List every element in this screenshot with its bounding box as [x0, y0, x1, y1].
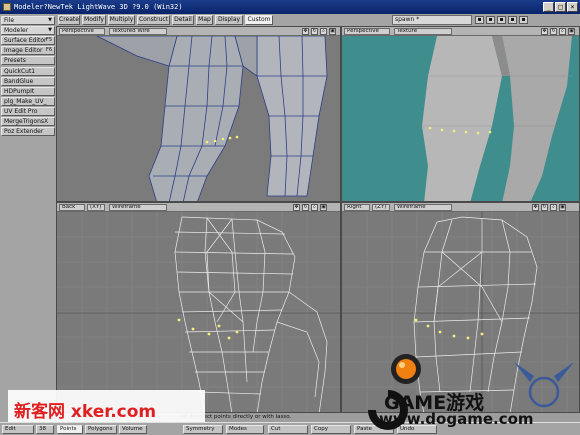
layer-select-dropdown[interactable]: spawn *: [392, 15, 472, 25]
shading-select[interactable]: Wireframe: [394, 204, 452, 211]
watermark-dogame-url: www.dogame.com: [379, 410, 534, 428]
shading-select[interactable]: Texture: [394, 28, 452, 35]
rotate-icon[interactable]: ↻: [550, 28, 557, 35]
viewport-canvas[interactable]: [342, 36, 579, 201]
tab-create[interactable]: Create: [58, 15, 80, 25]
tool-uv-edit-pro-button[interactable]: UV Edit Pro: [1, 107, 55, 116]
tab-modify[interactable]: Modify: [82, 15, 106, 25]
mesh-textured: [342, 36, 579, 201]
image-editor-button[interactable]: Image Editor F6: [1, 46, 55, 55]
mode-polygons-button[interactable]: Polygons: [85, 425, 117, 434]
maximize-viewport-icon[interactable]: ▣: [568, 28, 575, 35]
left-toolbar: File ▼ Modeler ▼ Surface Editor F5 Image Ed…: [0, 14, 56, 422]
layer-icon[interactable]: ▪: [475, 16, 484, 24]
tab-display[interactable]: Display: [215, 15, 243, 25]
watermark-xker-text: 新客网 xker.com: [14, 402, 157, 422]
tab-map[interactable]: Map: [196, 15, 213, 25]
modes-dropdown[interactable]: Modes: [226, 425, 264, 434]
view-type-select[interactable]: Perspective: [59, 28, 105, 35]
tab-construct[interactable]: Construct: [137, 15, 170, 25]
tab-multiply[interactable]: Multiply: [108, 15, 135, 25]
wireframe-back-view: [57, 212, 340, 412]
tool-poz-extender-button[interactable]: Poz Extender: [1, 127, 55, 136]
maximize-viewport-icon[interactable]: ▣: [320, 204, 327, 211]
maximize-viewport-icon[interactable]: ▣: [329, 28, 336, 35]
tool-bandglue-button[interactable]: BandGlue: [1, 77, 55, 86]
presets-button[interactable]: Presets: [1, 56, 55, 65]
zoom-icon[interactable]: ⌕: [320, 28, 327, 35]
view-type-select[interactable]: Right: [344, 204, 370, 211]
shading-select[interactable]: Textured Wire: [109, 28, 167, 35]
viewport-header: Perspective Texture ✥ ↻ ⌕ ▣: [342, 27, 579, 36]
move-icon[interactable]: ✥: [532, 204, 539, 211]
viewport-bottom-left[interactable]: Back (XY) Wireframe ✥ ↻ ⌕ ▣: [56, 202, 341, 413]
rotate-icon[interactable]: ↻: [311, 28, 318, 35]
tool-hdpumpit-button[interactable]: HDPumpIt: [1, 87, 55, 96]
cut-button[interactable]: Cut: [268, 425, 308, 434]
zoom-icon[interactable]: ⌕: [559, 28, 566, 35]
axis-label: (XY): [87, 204, 105, 211]
maximize-viewport-icon[interactable]: ▣: [559, 204, 566, 211]
zoom-icon[interactable]: ⌕: [550, 204, 557, 211]
move-icon[interactable]: ✥: [541, 28, 548, 35]
viewport-canvas[interactable]: [57, 212, 340, 412]
tab-bar: Create Modify Multiply Construct Detail …: [56, 14, 580, 26]
viewport-header: Right (ZY) Wireframe ✥ ↻ ⌕ ▣: [342, 203, 579, 212]
watermark-xker: 新客网 xker.com: [8, 390, 205, 422]
view-type-select[interactable]: Back: [59, 204, 85, 211]
surface-editor-button[interactable]: Surface Editor F5: [1, 36, 55, 45]
viewport-header: Perspective Textured Wire ✥ ↻ ⌕ ▣: [57, 27, 340, 36]
view-type-select[interactable]: Perspective: [344, 28, 390, 35]
viewport-canvas[interactable]: [57, 35, 340, 201]
move-icon[interactable]: ✥: [293, 204, 300, 211]
mesh-textured-wire: [57, 35, 340, 201]
title-bar: Modeler?NewTek LightWave 3D ?9.0 (Win32)…: [0, 0, 580, 14]
symmetry-button[interactable]: Symmetry: [183, 425, 223, 434]
close-button[interactable]: ×: [567, 2, 578, 12]
minimize-button[interactable]: _: [543, 2, 554, 12]
viewport-top-right[interactable]: Perspective Texture ✥ ↻ ⌕ ▣: [341, 26, 580, 202]
axis-label: (ZY): [372, 204, 390, 211]
viewport-header: Back (XY) Wireframe ✥ ↻ ⌕ ▣: [57, 203, 340, 212]
chevron-down-icon: ▼: [48, 27, 52, 33]
layer-icon[interactable]: ▪: [497, 16, 506, 24]
mode-volume-button[interactable]: Volume: [119, 425, 147, 434]
zoom-icon[interactable]: ⌕: [311, 204, 318, 211]
tool-make-uv-button[interactable]: plg_Make_UV_: [1, 97, 55, 106]
window-title: Modeler?NewTek LightWave 3D ?9.0 (Win32): [14, 3, 183, 11]
maximize-button[interactable]: □: [555, 2, 566, 12]
tab-custom[interactable]: Custom: [245, 15, 273, 25]
chevron-down-icon: ▼: [48, 17, 52, 23]
app-icon: [3, 3, 11, 11]
file-menu[interactable]: File ▼: [1, 16, 55, 25]
mode-points-button[interactable]: Points: [57, 425, 83, 434]
tool-quickcut-button[interactable]: QuickCut1: [1, 67, 55, 76]
rotate-icon[interactable]: ↻: [541, 204, 548, 211]
selection-count: 38: [36, 425, 54, 434]
layer-icon[interactable]: ▪: [519, 16, 528, 24]
tab-detail[interactable]: Detail: [172, 15, 194, 25]
viewport-top-left[interactable]: Perspective Textured Wire ✥ ↻ ⌕ ▣: [56, 26, 341, 202]
watermark-dogame: GAME游戏 www.dogame.com: [334, 352, 580, 435]
move-icon[interactable]: ✥: [302, 28, 309, 35]
modeler-menu[interactable]: Modeler ▼: [1, 26, 55, 35]
layer-icon[interactable]: ▪: [508, 16, 517, 24]
edit-button[interactable]: Edit: [2, 425, 34, 434]
tool-merge-trigons-button[interactable]: MergeTrigonsX: [1, 117, 55, 126]
shading-select[interactable]: Wireframe: [109, 204, 167, 211]
layer-icon[interactable]: ▪: [486, 16, 495, 24]
rotate-icon[interactable]: ↻: [302, 204, 309, 211]
